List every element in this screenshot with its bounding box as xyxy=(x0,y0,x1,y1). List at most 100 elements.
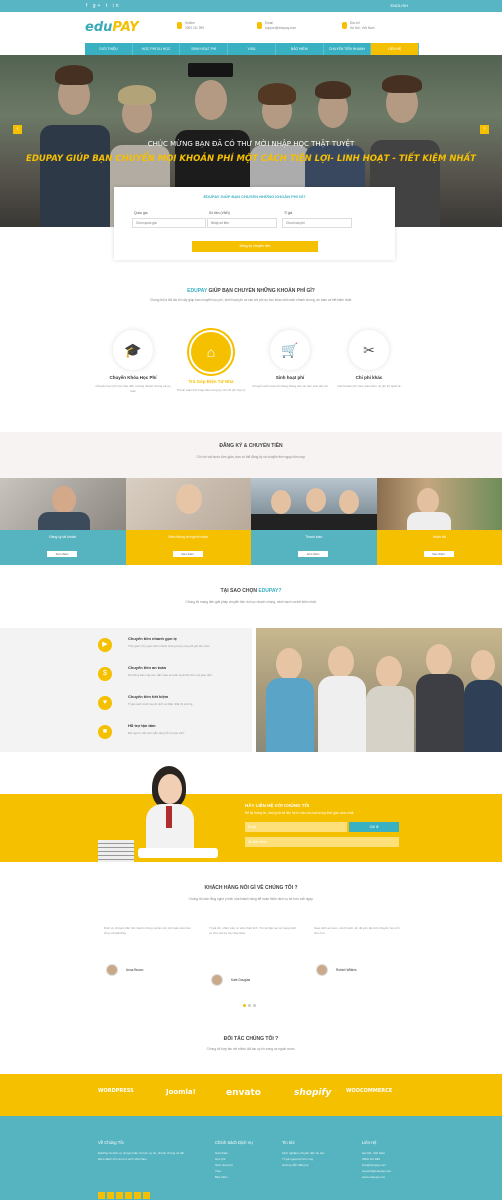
card-image xyxy=(0,478,126,532)
google-plus-icon[interactable] xyxy=(116,1192,123,1199)
social-icons[interactable]: f g+ t in xyxy=(86,3,121,9)
register-title: ĐĂNG KÝ & CHUYỂN TIỀN xyxy=(219,443,283,449)
country-select[interactable]: Chọn quốc gia xyxy=(132,218,206,228)
footer-about-title: Về Chúng Tôi xyxy=(98,1140,124,1145)
youtube-icon[interactable] xyxy=(134,1192,141,1199)
avatar xyxy=(106,964,118,976)
fee-type-select[interactable]: Chọn loại phí xyxy=(282,218,352,228)
facebook-icon[interactable] xyxy=(98,1192,105,1199)
cart-icon: 🛒 xyxy=(270,330,310,370)
main-nav: GIỚI THIỆU HỌC PHÍ DU HỌC SINH HOẠT PHÍ … xyxy=(85,43,420,55)
lock-icon: ■ xyxy=(98,725,112,739)
footer-news-title: Tin tức xyxy=(282,1140,295,1145)
testimonial: Tỉ giá tốt, nhân viên tư vấn nhiệt tình.… xyxy=(209,926,297,986)
logo[interactable]: eduPAY xyxy=(85,20,139,35)
avatar xyxy=(211,974,223,986)
card-image xyxy=(125,478,251,530)
hero-subtitle: CHÚC MỪNG BẠN ĐÃ CÓ THƯ MỜI NHẬP HỌC THẬ… xyxy=(147,140,355,148)
country-label: Quốc gia xyxy=(134,211,148,215)
rate-label: Tỉ giá xyxy=(284,211,293,215)
footer-link[interactable]: Bảo hiểm xyxy=(215,1174,233,1180)
register-card[interactable]: Thanh toán Xem thêm xyxy=(251,478,377,565)
contact-desc: Để lại thông tin, chúng tôi sẽ liên hệ t… xyxy=(245,811,355,815)
partners-desc: Chúng tôi hợp tác với nhiều đối tác uy t… xyxy=(206,1047,296,1051)
register-card[interactable]: Đăng ký tài khoản Xem thêm xyxy=(0,478,126,565)
partner-logo-envato[interactable]: envato xyxy=(226,1088,261,1098)
amount-input[interactable]: Nhập số tiền xyxy=(207,218,277,228)
nav-item-about[interactable]: GIỚI THIỆU xyxy=(85,43,133,55)
linkedin-icon[interactable] xyxy=(125,1192,132,1199)
twitter-icon[interactable] xyxy=(107,1192,114,1199)
logo-accent: PAY xyxy=(112,20,139,35)
card-image xyxy=(251,478,377,530)
service-tuition[interactable]: 🎓 Chuyển Khóa Học Phí Chuyển học phí trự… xyxy=(93,330,173,393)
testimonial: Dịch vụ chuyển tiền rất nhanh chóng và t… xyxy=(104,926,192,976)
coins-icon: $ xyxy=(98,667,112,681)
hero-title: EDUPAY GIÚP BẠN CHUYỂN MỌI KHOẢN PHÍ MỘT… xyxy=(26,154,476,164)
piggy-bank-icon: ♥ xyxy=(98,696,112,710)
phone-icon xyxy=(177,22,182,29)
card-more-button[interactable]: Xem thêm xyxy=(172,551,203,557)
email-input[interactable]: Email xyxy=(245,822,347,832)
submit-button[interactable]: Gửi đi xyxy=(349,822,399,832)
footer-contact: Hà Nội, Việt Nam 0900 111 999 info@edupa… xyxy=(362,1151,392,1179)
nav-item-tuition[interactable]: HỌC PHÍ DU HỌC xyxy=(133,43,181,55)
card-more-button[interactable]: Xem thêm xyxy=(298,551,328,557)
header-info-hotline: Hotline 0900 111 999 xyxy=(177,21,204,31)
partner-logo-shopify[interactable]: shopify xyxy=(294,1088,331,1098)
nav-item-contact[interactable]: LIÊN HỆ xyxy=(371,43,420,55)
partner-logo-woocommerce[interactable]: WOOCOMMERCE xyxy=(346,1088,392,1094)
students-photo xyxy=(256,628,502,752)
logo-main: edu xyxy=(85,20,113,35)
why-list: ▶ Chuyển tiền nhanh gọn lẹ Thời gian xử lý… xyxy=(0,628,252,752)
card-more-button[interactable]: Xem thêm xyxy=(423,551,454,557)
truck-icon: ▶ xyxy=(98,638,112,652)
map-pin-icon xyxy=(342,22,347,29)
graduation-cap-icon: 🎓 xyxy=(113,330,153,370)
services-title: EDUPAY GIÚP BẠN CHUYỂN NHỮNG KHOẢN PHÍ G… xyxy=(187,288,315,294)
service-living[interactable]: 🛒 Sinh hoạt phí Chuyển sinh hoạt phí hàn… xyxy=(250,330,330,389)
slider-prev-button[interactable]: ‹ xyxy=(13,125,22,134)
header: eduPAY Hotline 0900 111 999 Email support@… xyxy=(0,12,502,43)
contact-section: HÃY LIÊN HỆ VỚI CHÚNG TÔI Để lại thông t… xyxy=(0,794,502,862)
footer-about-text: EduPay là dịch vụ chuyển tiền du học uy … xyxy=(98,1151,185,1161)
service-installment[interactable]: ⌂ Trả Góp Điện Tử Nhà Thanh toán linh ho… xyxy=(171,330,251,393)
footer-links-title: Chính Sách Dịch Vụ xyxy=(215,1140,253,1145)
transfer-form: EDUPAY GIÚP BẠN CHUYỂN NHỮNG KHOẢN PHÍ G… xyxy=(114,187,395,260)
header-info-address: Địa chỉ Hà Nội, Việt Nam xyxy=(342,21,375,31)
slider-next-button[interactable]: › xyxy=(480,125,489,134)
avatar xyxy=(316,964,328,976)
header-info-email: Email support@edupay.com xyxy=(257,21,296,31)
service-other[interactable]: ✂ Chi phí khác Các khoản phí visa, bảo h… xyxy=(329,330,409,389)
nav-item-living[interactable]: SINH HOẠT PHÍ xyxy=(180,43,229,55)
testimonials-title: KHÁCH HÀNG NÓI GÌ VỀ CHÚNG TÔI ? xyxy=(204,885,298,891)
rss-icon[interactable] xyxy=(143,1192,150,1199)
partner-logo-joomla[interactable]: Joomla! xyxy=(166,1088,196,1096)
register-card[interactable]: Điền thông tin người nhận Xem thêm xyxy=(125,478,251,565)
card-image xyxy=(376,478,502,530)
email-icon xyxy=(257,22,262,29)
card-more-button[interactable]: Xem thêm xyxy=(47,551,77,557)
student-girl-image xyxy=(98,762,232,862)
language-selector[interactable]: ENGLISH xyxy=(390,3,408,8)
footer-news-item[interactable]: Hướng dẫn đăng ký xyxy=(282,1162,342,1168)
register-card[interactable]: Hoàn tất Xem thêm xyxy=(376,478,502,565)
tools-icon: ✂ xyxy=(349,330,389,370)
phone-input[interactable]: Số điện thoại xyxy=(245,837,399,847)
partner-logo-wordpress[interactable]: WORDPRESS xyxy=(98,1088,134,1094)
nav-item-visa[interactable]: VISA xyxy=(228,43,276,55)
partners-title: ĐỐI TÁC CHÚNG TÔI ? xyxy=(223,1036,279,1042)
why-title: TẠI SAO CHỌN EDUPAY? xyxy=(220,588,282,594)
footer-social xyxy=(98,1192,152,1200)
register-desc: Chỉ với vài bước đơn giản, bạn có thể đă… xyxy=(196,455,306,459)
nav-item-transfer[interactable]: CHUYỂN TIỀN NHANH xyxy=(324,43,372,55)
footer-news: Kinh nghiệm chuyển tiền du học Tỉ giá ng… xyxy=(282,1150,342,1168)
top-bar: f g+ t in ENGLISH xyxy=(0,0,502,12)
footer: Về Chúng Tôi EduPay là dịch vụ chuyển ti… xyxy=(0,1116,502,1200)
home-icon: ⌂ xyxy=(189,330,233,374)
amount-label: Số tiền (VNĐ) xyxy=(209,211,230,215)
footer-links: Giới thiệu Học phí Sinh hoạt phí Visa Bả… xyxy=(215,1150,233,1180)
register-transfer-button[interactable]: Đăng ký chuyển tiền xyxy=(192,241,318,252)
carousel-dots[interactable] xyxy=(243,1003,259,1007)
nav-item-insurance[interactable]: BẢO HIỂM xyxy=(276,43,324,55)
